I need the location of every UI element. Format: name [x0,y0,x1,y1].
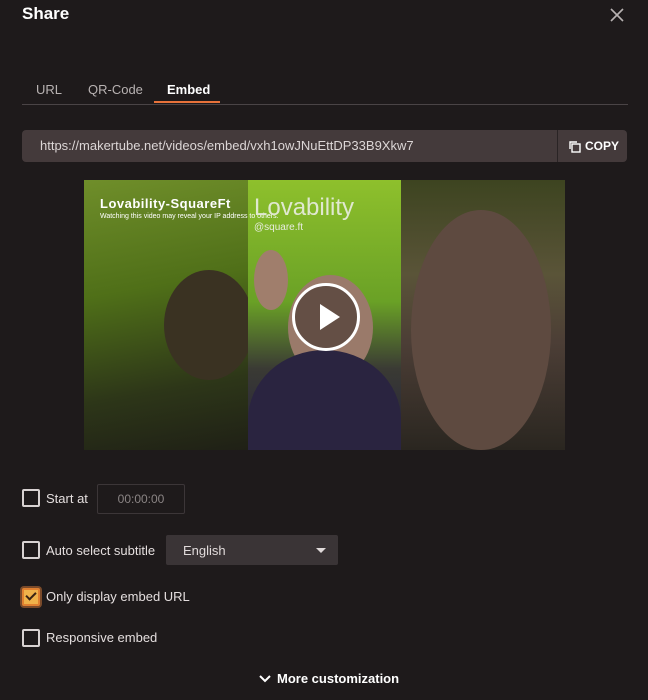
start-at-time-input[interactable]: 00:00:00 [97,484,185,514]
start-at-label: Start at [46,491,88,506]
video-figure-face [411,210,551,450]
video-figure-hand [254,250,288,310]
active-tab-indicator [154,101,220,103]
video-figure-hand [164,270,254,380]
video-channel-title: Lovability-SquareFt [100,196,231,211]
only-embed-url-checkbox[interactable] [22,588,40,606]
responsive-embed-label: Responsive embed [46,630,158,645]
subtitle-language-value: English [183,543,226,558]
video-panel-left [84,180,254,450]
subtitle-language-select[interactable]: English [166,535,338,565]
embed-url-text[interactable]: https://makertube.net/videos/embed/vxh1o… [40,138,414,153]
tab-embed[interactable]: Embed [167,82,210,97]
embed-url-field: https://makertube.net/videos/embed/vxh1o… [22,130,627,162]
tab-qr-code[interactable]: QR-Code [88,82,143,97]
video-panel-right [401,180,565,450]
auto-subtitle-label: Auto select subtitle [46,543,156,558]
close-icon[interactable] [606,4,628,26]
chevron-down-icon [259,675,271,683]
responsive-embed-checkbox[interactable] [22,629,40,647]
tab-bar: URL QR-Code Embed [22,80,628,105]
more-customization-label: More customization [277,671,400,686]
play-button[interactable] [292,283,360,351]
video-overlay-handle: @square.ft [254,222,304,233]
copy-button[interactable]: COPY [557,130,628,162]
auto-subtitle-checkbox[interactable] [22,541,40,559]
video-overlay-title: Lovability [254,194,355,221]
only-embed-url-label: Only display embed URL [46,589,190,604]
dialog-title: Share [22,4,70,23]
video-figure-body [248,350,401,450]
start-at-checkbox[interactable] [22,489,40,507]
video-preview[interactable]: Lovability-SquareFt Watching this video … [84,180,565,450]
video-privacy-notice: Watching this video may reveal your IP a… [100,213,279,220]
copy-button-label: COPY [585,139,620,153]
chevron-down-icon [316,548,326,553]
tab-url[interactable]: URL [36,82,62,97]
copy-icon [569,141,581,153]
